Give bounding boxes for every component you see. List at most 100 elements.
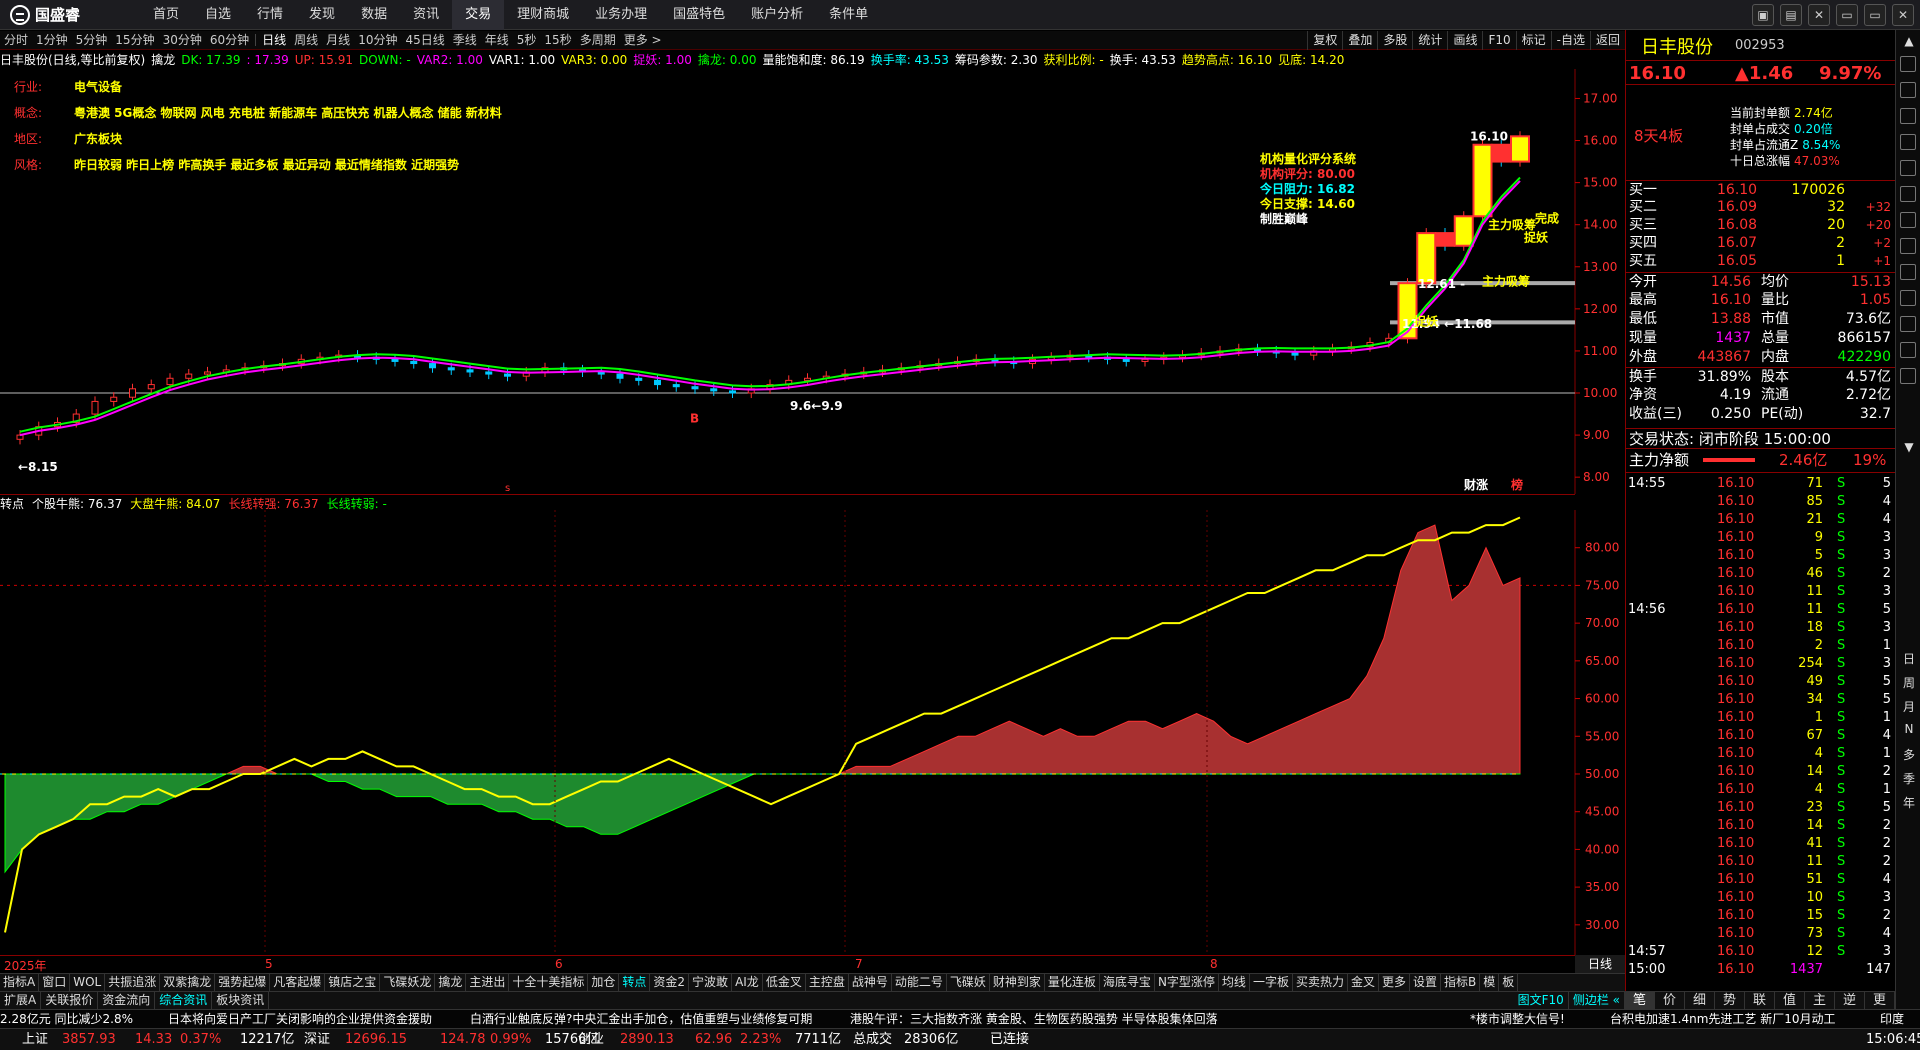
side-period-button[interactable]: 季 <box>1901 770 1917 787</box>
bid-row[interactable]: 买一 16.10 170026 <box>1625 180 1895 198</box>
chart-tool-button[interactable]: F10 <box>1482 31 1515 50</box>
indicator-tab[interactable]: 主控盘 <box>806 974 849 991</box>
topnav-item[interactable]: 行情 <box>244 0 296 30</box>
side-tool-icon[interactable] <box>1900 160 1916 176</box>
window-control-icon[interactable]: ✕ <box>1808 4 1830 26</box>
indicator-tab[interactable]: 擒龙 <box>435 974 467 991</box>
side-period-button[interactable]: 多 <box>1901 746 1917 763</box>
indicator-tab[interactable]: 主进出 <box>466 974 510 991</box>
topnav-item[interactable]: 首页 <box>140 0 192 30</box>
quote-tab[interactable]: 价 <box>1655 992 1685 1009</box>
extension-tab[interactable]: 板块资讯 <box>212 992 270 1009</box>
indicator-tab[interactable]: 动能二号 <box>892 974 947 991</box>
quote-tab[interactable]: 联 <box>1745 992 1775 1009</box>
side-tool-icon[interactable] <box>1900 264 1916 280</box>
extension-tab[interactable]: 资金流向 <box>98 992 156 1009</box>
indicator-tab[interactable]: 低金叉 <box>763 974 806 991</box>
indicator-tab[interactable]: 加仓 <box>588 974 620 991</box>
topnav-item[interactable]: 业务办理 <box>582 0 660 30</box>
period-8[interactable]: 月线 <box>322 31 354 49</box>
side-tool-icon[interactable] <box>1900 290 1916 306</box>
side-tool-icon[interactable] <box>1900 368 1916 384</box>
indicator-tab[interactable]: 设置 <box>1410 974 1442 991</box>
extension-tab[interactable]: 关联报价 <box>41 992 99 1009</box>
quote-tab[interactable]: 势 <box>1715 992 1745 1009</box>
bid-row[interactable]: 买三 16.08 20 +20 <box>1625 216 1895 234</box>
period-16[interactable]: 更多 > <box>620 31 666 49</box>
bid-row[interactable]: 买四 16.07 2 +2 <box>1625 234 1895 252</box>
chevron-down-icon[interactable]: ▼ <box>1901 440 1917 454</box>
indicator-tab[interactable]: AI龙 <box>732 974 763 991</box>
indicator-tab[interactable]: 买卖热力 <box>1293 974 1348 991</box>
period-12[interactable]: 年线 <box>481 31 513 49</box>
window-control-icon[interactable]: ▭ <box>1836 4 1858 26</box>
extension-tab-right[interactable]: 图文F10 <box>1514 992 1569 1009</box>
quote-tab[interactable]: 主 <box>1805 992 1835 1009</box>
chart-tool-button[interactable]: 标记 <box>1515 31 1551 50</box>
period-2[interactable]: 5分钟 <box>72 31 112 49</box>
period-5[interactable]: 60分钟 <box>206 31 253 49</box>
chart-tool-button[interactable]: 返回 <box>1589 31 1625 50</box>
window-control-icon[interactable]: ✕ <box>1892 4 1914 26</box>
window-control-icon[interactable]: ▭ <box>1864 4 1886 26</box>
indicator-tab[interactable]: 战神号 <box>849 974 892 991</box>
indicator-tab[interactable]: 窗口 <box>39 974 71 991</box>
period-3[interactable]: 15分钟 <box>111 31 158 49</box>
indicator-tab[interactable]: 板 <box>1499 974 1519 991</box>
topnav-item[interactable]: 数据 <box>348 0 400 30</box>
period-1[interactable]: 1分钟 <box>32 31 72 49</box>
period-10[interactable]: 45日线 <box>401 31 448 49</box>
side-period-button[interactable]: N <box>1901 722 1917 736</box>
side-tool-icon[interactable] <box>1900 134 1916 150</box>
side-tool-icon[interactable] <box>1900 238 1916 254</box>
indicator-tab[interactable]: 宁波敢 <box>689 974 733 991</box>
side-tool-icon[interactable] <box>1900 56 1916 72</box>
side-period-button[interactable]: 年 <box>1901 794 1917 811</box>
news-item[interactable]: *楼市调整大信号! <box>1470 1010 1565 1028</box>
side-period-button[interactable]: 日 <box>1901 650 1917 667</box>
quote-tab[interactable]: 细 <box>1685 992 1715 1009</box>
topnav-item[interactable]: 发现 <box>296 0 348 30</box>
indicator-tab[interactable]: 指标B <box>1441 974 1481 991</box>
window-control-icon[interactable]: ▤ <box>1780 4 1802 26</box>
app-logo[interactable]: 国盛睿 <box>10 4 80 26</box>
quote-tab[interactable]: 更 <box>1865 992 1895 1009</box>
indicator-tab[interactable]: 镇店之宝 <box>325 974 381 991</box>
indicator-tab[interactable]: 更多 <box>1379 974 1410 991</box>
chart-tool-button[interactable]: 复权 <box>1307 31 1342 50</box>
side-tool-icon[interactable] <box>1900 82 1916 98</box>
indicator-tab[interactable]: 共振追涨 <box>105 974 161 991</box>
tick-list[interactable]: 14:55 16.10 71 S 5 16.10 85 S 4 16.10 21 S 4 16.10 9 S 3… <box>1625 472 1895 977</box>
indicator-tab[interactable]: WOL <box>70 974 106 991</box>
indicator-tab[interactable]: 金叉 <box>1348 974 1379 991</box>
extension-tab[interactable]: 扩展A <box>0 992 42 1009</box>
indicator-tab[interactable]: 转点 <box>619 974 651 991</box>
bid-row[interactable]: 买二 16.09 32 +32 <box>1625 198 1895 216</box>
indicator-tab[interactable]: N字型涨停 <box>1155 974 1219 991</box>
news-item[interactable]: 印度 <box>1880 1010 1904 1028</box>
period-15[interactable]: 多周期 <box>576 31 620 49</box>
chart-tool-button[interactable]: -自选 <box>1550 31 1590 50</box>
indicator-tab[interactable]: 一字板 <box>1250 974 1293 991</box>
chevron-up-icon[interactable]: ▲ <box>1901 34 1917 48</box>
side-tool-icon[interactable] <box>1900 342 1916 358</box>
indicator-tab[interactable]: 十全十美指标 <box>509 974 589 991</box>
bid-row[interactable]: 买五 16.05 1 +1 <box>1625 252 1895 270</box>
news-item[interactable]: 白酒行业触底反弹?中央汇金出手加仓，估值重塑与业绩修复可期 <box>470 1010 812 1028</box>
extension-tab[interactable]: 综合资讯 <box>155 992 213 1009</box>
period-13[interactable]: 5秒 <box>513 31 541 49</box>
indicator-tab[interactable]: 财神到家 <box>990 974 1045 991</box>
period-14[interactable]: 15秒 <box>540 31 575 49</box>
extension-tab-right[interactable]: 侧边栏 « <box>1569 992 1625 1009</box>
chart-tool-button[interactable]: 叠加 <box>1342 31 1377 50</box>
indicator-tab[interactable]: 凡客起爆 <box>270 974 326 991</box>
side-period-button[interactable]: 周 <box>1901 674 1917 691</box>
side-period-button[interactable]: 月 <box>1901 698 1917 715</box>
news-item[interactable]: 台积电加速1.4nm先进工艺 新厂10月动工 <box>1610 1010 1835 1028</box>
topnav-item[interactable]: 条件单 <box>816 0 881 30</box>
news-item[interactable]: 港股午评：三大指数齐涨 黄金股、生物医药股强势 半导体股集体回落 <box>850 1010 1218 1028</box>
indicator-tab[interactable]: 双紫擒龙 <box>160 974 216 991</box>
chart-tool-button[interactable]: 统计 <box>1412 31 1447 50</box>
indicator-tab[interactable]: 均线 <box>1219 974 1250 991</box>
topnav-item[interactable]: 资讯 <box>400 0 452 30</box>
